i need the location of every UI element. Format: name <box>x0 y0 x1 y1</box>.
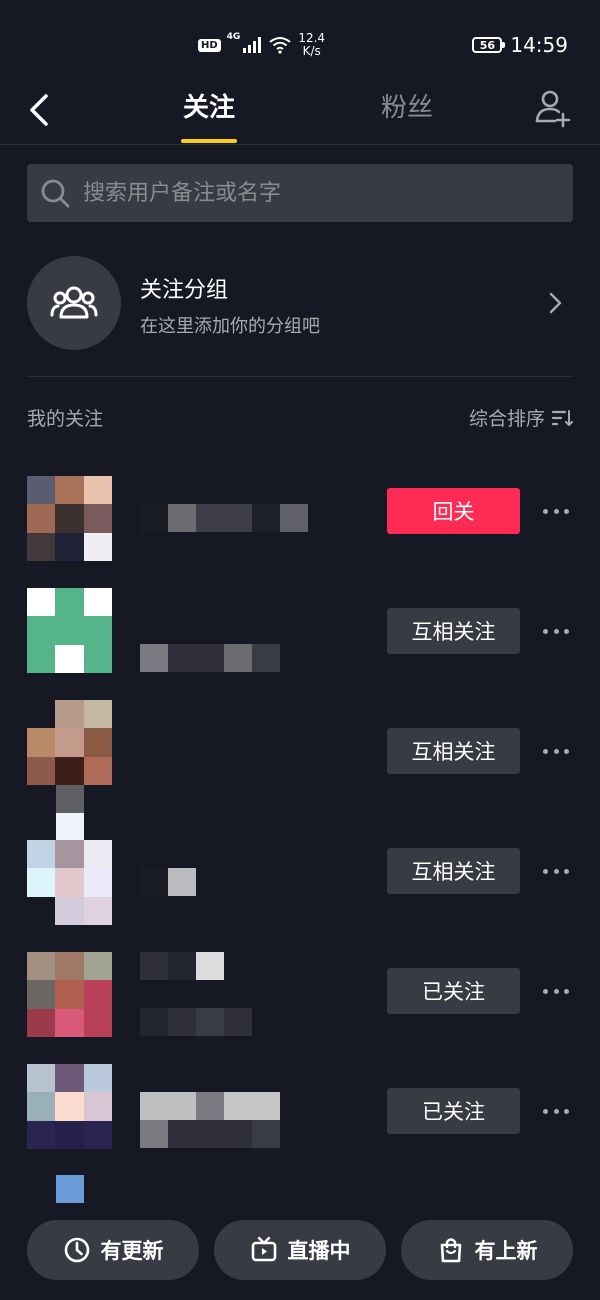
group-avatar <box>27 256 121 350</box>
clock: 14:59 <box>510 33 568 57</box>
username-redacted <box>140 504 308 532</box>
search-input[interactable] <box>81 179 573 207</box>
sort-button[interactable]: 综合排序 <box>469 404 573 431</box>
bio-redacted <box>140 1120 280 1148</box>
section-header: 我的关注 综合排序 <box>27 404 573 434</box>
top-nav: 关注 粉丝 <box>0 88 600 145</box>
search-bar[interactable] <box>27 164 573 222</box>
status-right: 56 14:59 <box>472 30 568 60</box>
filter-new-products-button[interactable]: 有上新 <box>401 1220 573 1280</box>
section-title: 我的关注 <box>27 408 104 430</box>
list-item[interactable]: 回关 <box>0 476 600 596</box>
tab-fans[interactable]: 粉丝 <box>368 88 446 144</box>
username-redacted <box>140 952 224 980</box>
hd-badge: HD <box>198 38 221 52</box>
tab-active-indicator <box>181 139 237 143</box>
sort-icon <box>551 409 573 426</box>
more-options-icon[interactable] <box>543 621 569 641</box>
avatar[interactable] <box>27 1064 112 1149</box>
wifi-icon <box>269 37 291 54</box>
avatar[interactable] <box>27 840 112 925</box>
mutual-follow-button[interactable]: 互相关注 <box>387 608 520 654</box>
clock-icon <box>64 1237 89 1263</box>
back-arrow-icon[interactable] <box>24 90 60 130</box>
shopping-bag-icon <box>440 1238 461 1263</box>
avatar[interactable] <box>27 476 112 561</box>
more-options-icon[interactable] <box>543 861 569 881</box>
search-icon <box>41 179 70 208</box>
username-redacted <box>140 868 196 896</box>
add-user-icon[interactable] <box>534 88 572 128</box>
avatar[interactable] <box>27 588 112 673</box>
group-users-icon <box>50 286 98 319</box>
list-item[interactable]: 互相关注 <box>0 700 600 820</box>
following-button[interactable]: 已关注 <box>387 1088 520 1134</box>
filter-live-button[interactable]: 直播中 <box>214 1220 386 1280</box>
mutual-follow-button[interactable]: 互相关注 <box>387 728 520 774</box>
mutual-follow-button[interactable]: 互相关注 <box>387 848 520 894</box>
list-item[interactable]: 互相关注 <box>0 588 600 708</box>
avatar-fragment <box>56 785 84 813</box>
list-item[interactable]: 已关注 <box>0 952 600 1072</box>
chevron-right-icon <box>549 292 562 314</box>
avatar[interactable] <box>27 700 112 785</box>
list-item[interactable]: 互相关注 <box>0 840 600 960</box>
more-options-icon[interactable] <box>543 981 569 1001</box>
more-options-icon[interactable] <box>543 501 569 521</box>
divider <box>27 376 573 377</box>
bio-redacted <box>140 1008 252 1036</box>
follow-back-button[interactable]: 回关 <box>387 488 520 534</box>
avatar-fragment <box>56 813 84 841</box>
status-bar: HD 4G 12.4 K/s 56 14:59 <box>0 0 600 88</box>
battery-icon: 56 <box>472 37 506 53</box>
group-subtitle: 在这里添加你的分组吧 <box>140 316 320 337</box>
list-item[interactable]: 已关注 <box>0 1064 600 1184</box>
more-options-icon[interactable] <box>543 1101 569 1121</box>
following-button[interactable]: 已关注 <box>387 968 520 1014</box>
filter-updated-button[interactable]: 有更新 <box>27 1220 199 1280</box>
network-type: 4G <box>226 32 241 42</box>
bottom-filter-bar: 有更新 直播中 有上新 <box>0 1206 600 1300</box>
status-indicators: HD 4G 12.4 K/s <box>198 30 325 60</box>
tv-icon <box>251 1236 276 1262</box>
follow-group-row[interactable]: 关注分组 在这里添加你的分组吧 <box>27 256 573 352</box>
group-title: 关注分组 <box>140 278 229 303</box>
network-speed: 12.4 K/s <box>298 31 326 58</box>
avatar[interactable] <box>56 1175 84 1203</box>
avatar[interactable] <box>27 952 112 1037</box>
username-redacted <box>140 1092 280 1120</box>
cellular-signal-icon <box>243 37 262 53</box>
tab-following[interactable]: 关注 <box>170 88 248 144</box>
more-options-icon[interactable] <box>543 741 569 761</box>
bio-redacted <box>140 644 280 672</box>
